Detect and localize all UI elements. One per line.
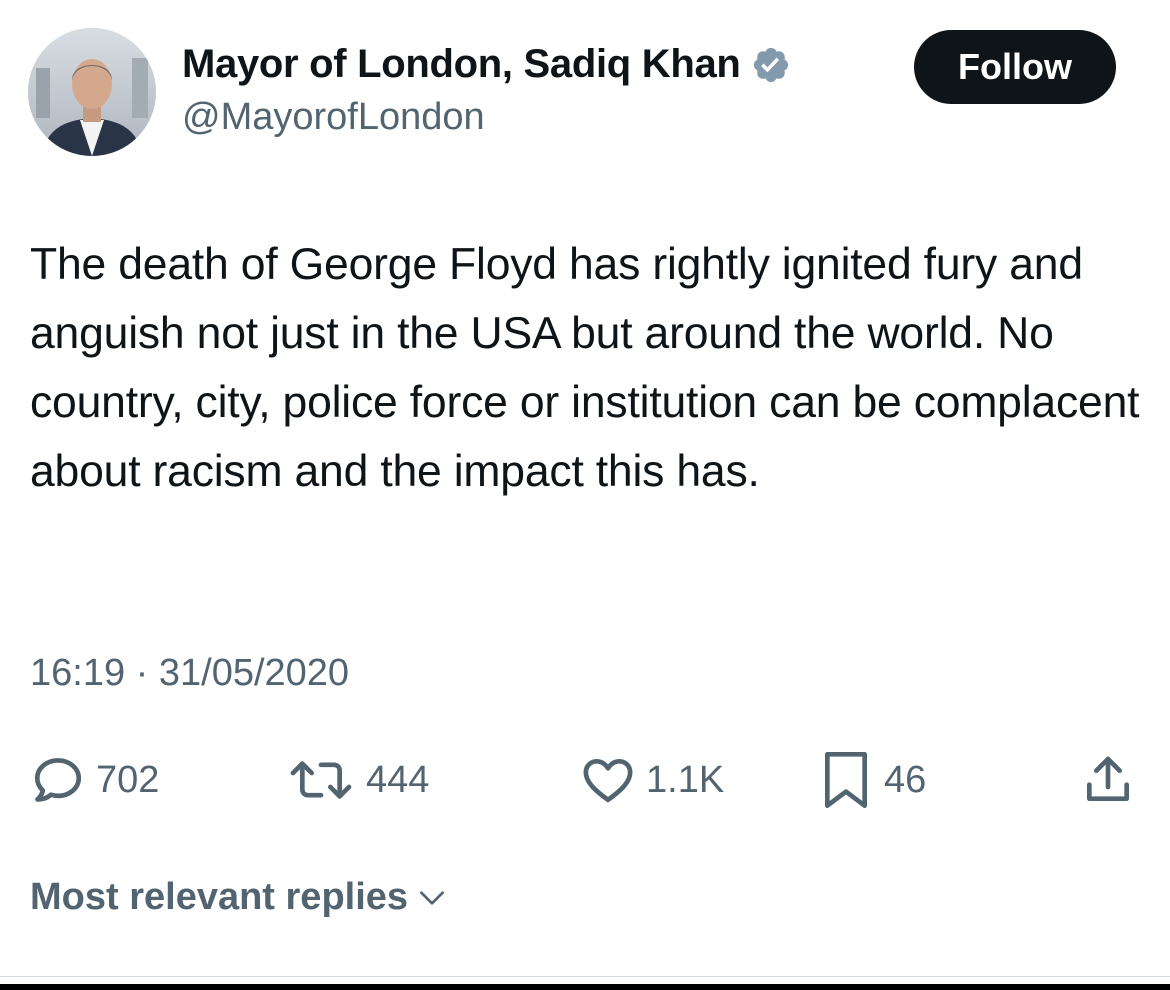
verified-badge-icon: [751, 45, 791, 85]
like-count: 1.1K: [646, 758, 725, 801]
author-handle[interactable]: @MayorofLondon: [182, 96, 485, 139]
bottom-edge-bar: [0, 984, 1170, 990]
tweet-timestamp[interactable]: 16:19 · 31/05/2020: [30, 652, 349, 695]
chevron-down-icon: [420, 890, 445, 905]
profile-photo: [28, 28, 156, 156]
repost-icon: [290, 761, 352, 799]
follow-button[interactable]: Follow: [914, 30, 1116, 104]
replies-sort-dropdown[interactable]: Most relevant replies: [30, 876, 448, 919]
reply-icon: [34, 758, 82, 802]
author-display-name[interactable]: Mayor of London, Sadiq Khan: [182, 42, 741, 87]
reply-count: 702: [96, 758, 160, 801]
bookmark-button[interactable]: 46: [818, 748, 926, 812]
divider: [0, 976, 1170, 977]
heart-icon: [583, 759, 633, 803]
reply-button[interactable]: 702: [30, 748, 159, 812]
bookmark-icon: [825, 752, 867, 808]
replies-sort-label: Most relevant replies: [30, 876, 409, 918]
repost-count: 444: [366, 758, 430, 801]
tweet-action-bar: 702 444 1.1K 46: [0, 748, 1170, 812]
author-name-row: Mayor of London, Sadiq Khan: [182, 42, 791, 87]
like-button[interactable]: 1.1K: [580, 748, 724, 812]
share-icon: [1087, 756, 1129, 801]
tweet-text: The death of George Floyd has rightly ig…: [30, 240, 1140, 496]
repost-button[interactable]: 444: [286, 748, 429, 812]
author-avatar[interactable]: [28, 28, 156, 156]
bookmark-count: 46: [884, 758, 927, 801]
share-button[interactable]: [1080, 748, 1136, 812]
